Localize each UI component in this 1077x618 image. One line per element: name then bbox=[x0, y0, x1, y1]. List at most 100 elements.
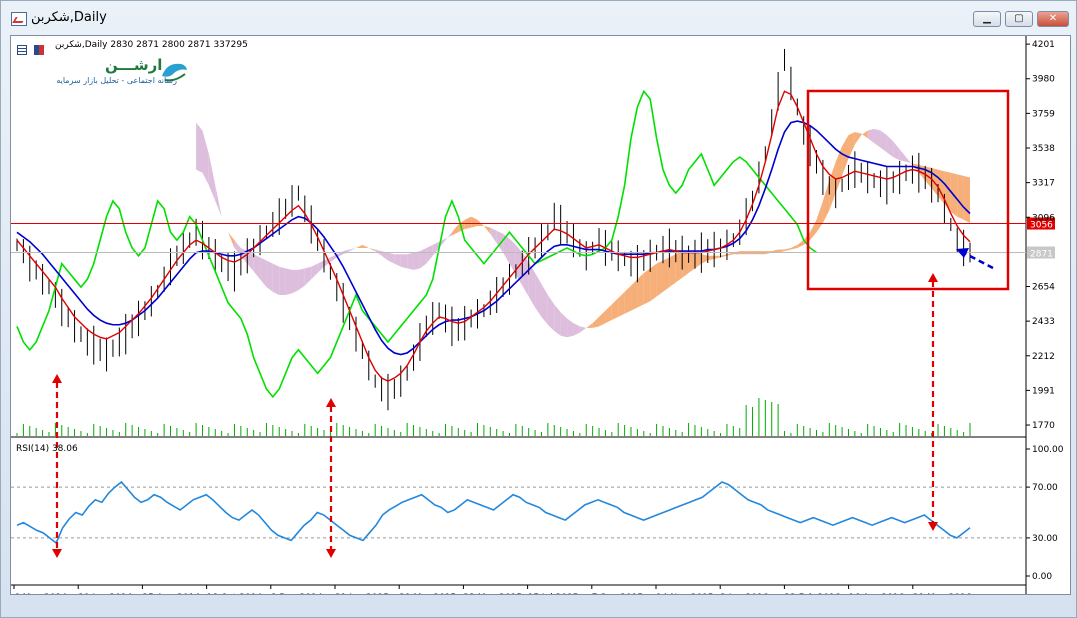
kumo-segment bbox=[579, 326, 587, 333]
time-tick-label: 22 Feb 2016 bbox=[784, 593, 840, 594]
kumo-segment bbox=[445, 232, 452, 241]
chart-type-icon[interactable] bbox=[34, 45, 45, 55]
time-tick-label: 6 May 2014 bbox=[14, 593, 67, 594]
price-tick-label: 4201 bbox=[1032, 40, 1055, 50]
kumo-segment bbox=[874, 128, 881, 148]
kumo-segment bbox=[822, 180, 830, 223]
kumo-segment bbox=[554, 304, 561, 336]
kumo-segment bbox=[714, 255, 721, 259]
kumo-segment bbox=[669, 254, 676, 288]
highlight-box bbox=[806, 89, 1010, 291]
red-arrow-head-down bbox=[326, 549, 336, 558]
kumo-segment bbox=[797, 240, 804, 248]
minimize-button[interactable]: ▁ bbox=[973, 11, 1001, 27]
kumo-segment bbox=[253, 254, 261, 280]
ohlc-values: 2830 2871 2800 2871 bbox=[110, 40, 211, 50]
price-tick-label: 3096 bbox=[1032, 213, 1055, 223]
app-window: شکربن,Daily ▁ ▢ ✕ 3056 2871 4201 3980 3759 35… bbox=[0, 0, 1077, 618]
time-tick-label: 23 May 2015 bbox=[463, 593, 522, 594]
price-tick-label: 3538 bbox=[1032, 144, 1055, 154]
time-tick-label: 29 Mar 2015 bbox=[399, 593, 456, 594]
time-tick-label: 8 Dec 2014 bbox=[271, 593, 323, 594]
kumo-segment bbox=[675, 251, 683, 283]
price-tick-label: 2212 bbox=[1032, 352, 1055, 362]
kumo-segment bbox=[355, 244, 363, 248]
kumo-segment bbox=[893, 141, 900, 161]
rsi-tick-label: 30.00 bbox=[1032, 534, 1058, 544]
kumo-segment bbox=[362, 244, 369, 248]
kumo-segment bbox=[567, 318, 574, 338]
volume-value: 337295 bbox=[213, 40, 248, 50]
kumo-segment bbox=[829, 161, 836, 211]
kumo-segment bbox=[854, 132, 862, 145]
kumo-segment bbox=[202, 130, 209, 186]
red-arrow-head-up bbox=[52, 374, 62, 383]
kumo-segment bbox=[279, 266, 286, 295]
price-tick-label: 1770 bbox=[1032, 421, 1055, 431]
kumo-segment bbox=[426, 244, 433, 264]
kumo-segment bbox=[541, 284, 548, 325]
kumo-segment bbox=[662, 257, 670, 292]
kumo-segment bbox=[451, 224, 459, 236]
kumo-segment bbox=[720, 254, 727, 258]
kumo-segment bbox=[477, 219, 484, 227]
kumo-segment bbox=[816, 200, 823, 233]
kumo-segment bbox=[573, 323, 580, 336]
close-button[interactable]: ✕ bbox=[1037, 11, 1069, 27]
time-tick-label: 2 Jan 2016 bbox=[720, 593, 768, 594]
kumo-segment bbox=[234, 240, 241, 256]
chikou-span-line bbox=[16, 89, 817, 399]
kumo-segment bbox=[957, 174, 964, 220]
kumo-segment bbox=[726, 252, 734, 256]
chart-canvas[interactable]: 3056 2871 4201 3980 3759 3538 3317 3096 2654 2433… bbox=[10, 35, 1071, 595]
rsi-label: RSI(14) 38.06 bbox=[16, 444, 78, 454]
kumo-segment bbox=[906, 157, 913, 165]
kumo-segment bbox=[560, 312, 568, 338]
rsi-tick-label: 0.00 bbox=[1032, 572, 1052, 582]
kumo-segment bbox=[848, 132, 855, 159]
kumo-segment bbox=[509, 238, 516, 275]
kumo-segment bbox=[471, 216, 478, 228]
kumo-segment bbox=[260, 257, 267, 288]
kumo-segment bbox=[547, 294, 555, 332]
kumo-segment bbox=[611, 298, 619, 321]
kumo-segment bbox=[272, 263, 280, 295]
kumo-segment bbox=[631, 279, 638, 311]
logo-subtitle: رسانه اجتماعی - تحلیل بازار سرمایه bbox=[56, 76, 177, 85]
symbol-info: شکربن,Daily 2830 2871 2800 2871 337295 bbox=[55, 40, 248, 50]
maximize-button[interactable]: ▢ bbox=[1005, 11, 1033, 27]
kumo-segment bbox=[285, 268, 293, 295]
kumo-segment bbox=[394, 254, 401, 267]
kumo-segment bbox=[861, 130, 868, 139]
kumo-segment bbox=[490, 227, 497, 244]
watermark-logo: ارشـــن رسانه اجتماعی - تحلیل بازار سرما… bbox=[27, 56, 197, 90]
time-tick-label: 25 Aug 2014 bbox=[142, 593, 200, 594]
kumo-segment bbox=[656, 260, 663, 297]
kumo-segment bbox=[618, 291, 625, 317]
data-window-icon[interactable] bbox=[17, 45, 27, 55]
kumo-segment bbox=[694, 252, 702, 269]
red-arrow-head-up bbox=[326, 398, 336, 407]
kumo-segment bbox=[292, 269, 299, 294]
chart-window-icon bbox=[11, 12, 27, 26]
logo-name: ارشـــن bbox=[105, 56, 163, 74]
kumo-segment bbox=[707, 255, 715, 261]
kumo-segment bbox=[407, 252, 414, 270]
kumo-segment bbox=[535, 273, 542, 317]
price-tick-label: 3980 bbox=[1032, 75, 1055, 85]
red-arrow-head-down bbox=[928, 522, 938, 531]
kumo-segment bbox=[196, 122, 203, 173]
time-tick-label: 14 Nov 2015 bbox=[656, 593, 714, 594]
price-tick-label: 2654 bbox=[1032, 283, 1055, 293]
kumo-segment bbox=[221, 216, 229, 233]
rsi-tick-label: 70.00 bbox=[1032, 483, 1058, 493]
kumo-segment bbox=[586, 323, 593, 328]
title-bar[interactable]: شکربن,Daily ▁ ▢ ✕ bbox=[1, 1, 1076, 33]
kumo-segment bbox=[304, 266, 312, 286]
kumo-segment bbox=[208, 153, 216, 201]
chart-svg: 3056287142013980375935383317309626542433… bbox=[11, 36, 1064, 594]
time-tick-label: 7 Sep 2015 bbox=[592, 593, 643, 594]
time-tick-label: 16 Apr 2016 bbox=[849, 593, 905, 594]
kumo-segment bbox=[266, 260, 273, 292]
price-tick-label: 2433 bbox=[1032, 317, 1055, 327]
